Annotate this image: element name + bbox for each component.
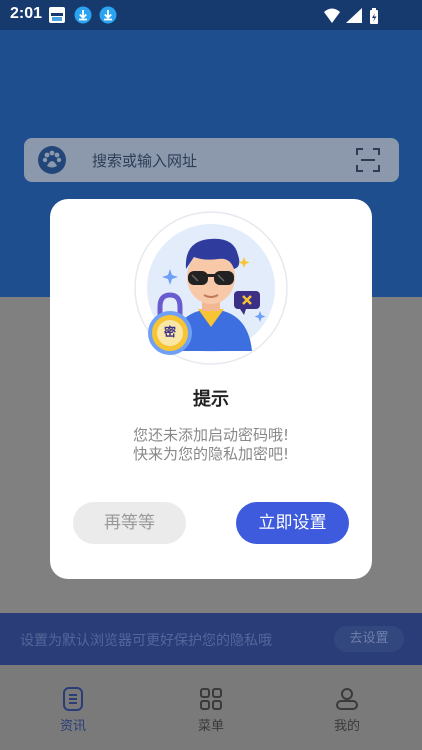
banner-text: 设置为默认浏览器可更好保护您的隐私哦 xyxy=(20,633,272,649)
baidu-paw-icon xyxy=(38,146,66,174)
privacy-illustration xyxy=(134,211,288,365)
nav-label-menu: 菜单 xyxy=(197,719,224,734)
bottom-nav: 资讯 菜单 我的 xyxy=(0,665,422,750)
search-input[interactable]: 搜索或输入网址 xyxy=(92,150,197,171)
wait-button[interactable]: 再等等 xyxy=(73,502,186,544)
dialog-message-line2: 快来为您的隐私加密吧! xyxy=(132,445,289,463)
dialog-message: 您还未添加启动密码哦! 快来为您的隐私加密吧! xyxy=(50,426,372,464)
status-bar: 2:01 xyxy=(0,0,422,30)
password-prompt-dialog: 密 提示 您还未添加启动密码哦! 快来为您的隐私加密吧! 再等等 立即设置 xyxy=(50,199,372,579)
nav-item-news[interactable]: 资讯 xyxy=(33,687,113,734)
wifi-icon xyxy=(324,8,340,23)
default-browser-banner: 设置为默认浏览器可更好保护您的隐私哦 去设置 xyxy=(0,613,422,665)
dialog-message-line1: 您还未添加启动密码哦! xyxy=(132,426,289,444)
go-settings-button[interactable]: 去设置 xyxy=(334,626,404,652)
dialog-title: 提示 xyxy=(193,389,229,410)
nav-item-profile[interactable]: 我的 xyxy=(307,687,387,734)
lock-badge-text: 密 xyxy=(163,325,176,339)
search-bar[interactable]: 搜索或输入网址 xyxy=(24,138,399,182)
status-time: 2:01 xyxy=(10,5,43,22)
signal-icon xyxy=(346,8,362,23)
scan-icon[interactable] xyxy=(355,147,381,173)
download-icon xyxy=(99,6,117,24)
nav-item-menu[interactable]: 菜单 xyxy=(171,687,251,734)
profile-icon xyxy=(336,688,358,710)
download-icon xyxy=(74,6,92,24)
news-icon xyxy=(63,687,83,711)
nav-label-news: 资讯 xyxy=(59,719,86,734)
battery-charging-icon xyxy=(370,8,378,24)
nav-label-profile: 我的 xyxy=(333,719,360,734)
grid-menu-icon xyxy=(200,688,222,710)
set-now-button[interactable]: 立即设置 xyxy=(236,502,349,544)
status-right-icons xyxy=(324,8,378,24)
app-notification-icon xyxy=(49,7,65,23)
